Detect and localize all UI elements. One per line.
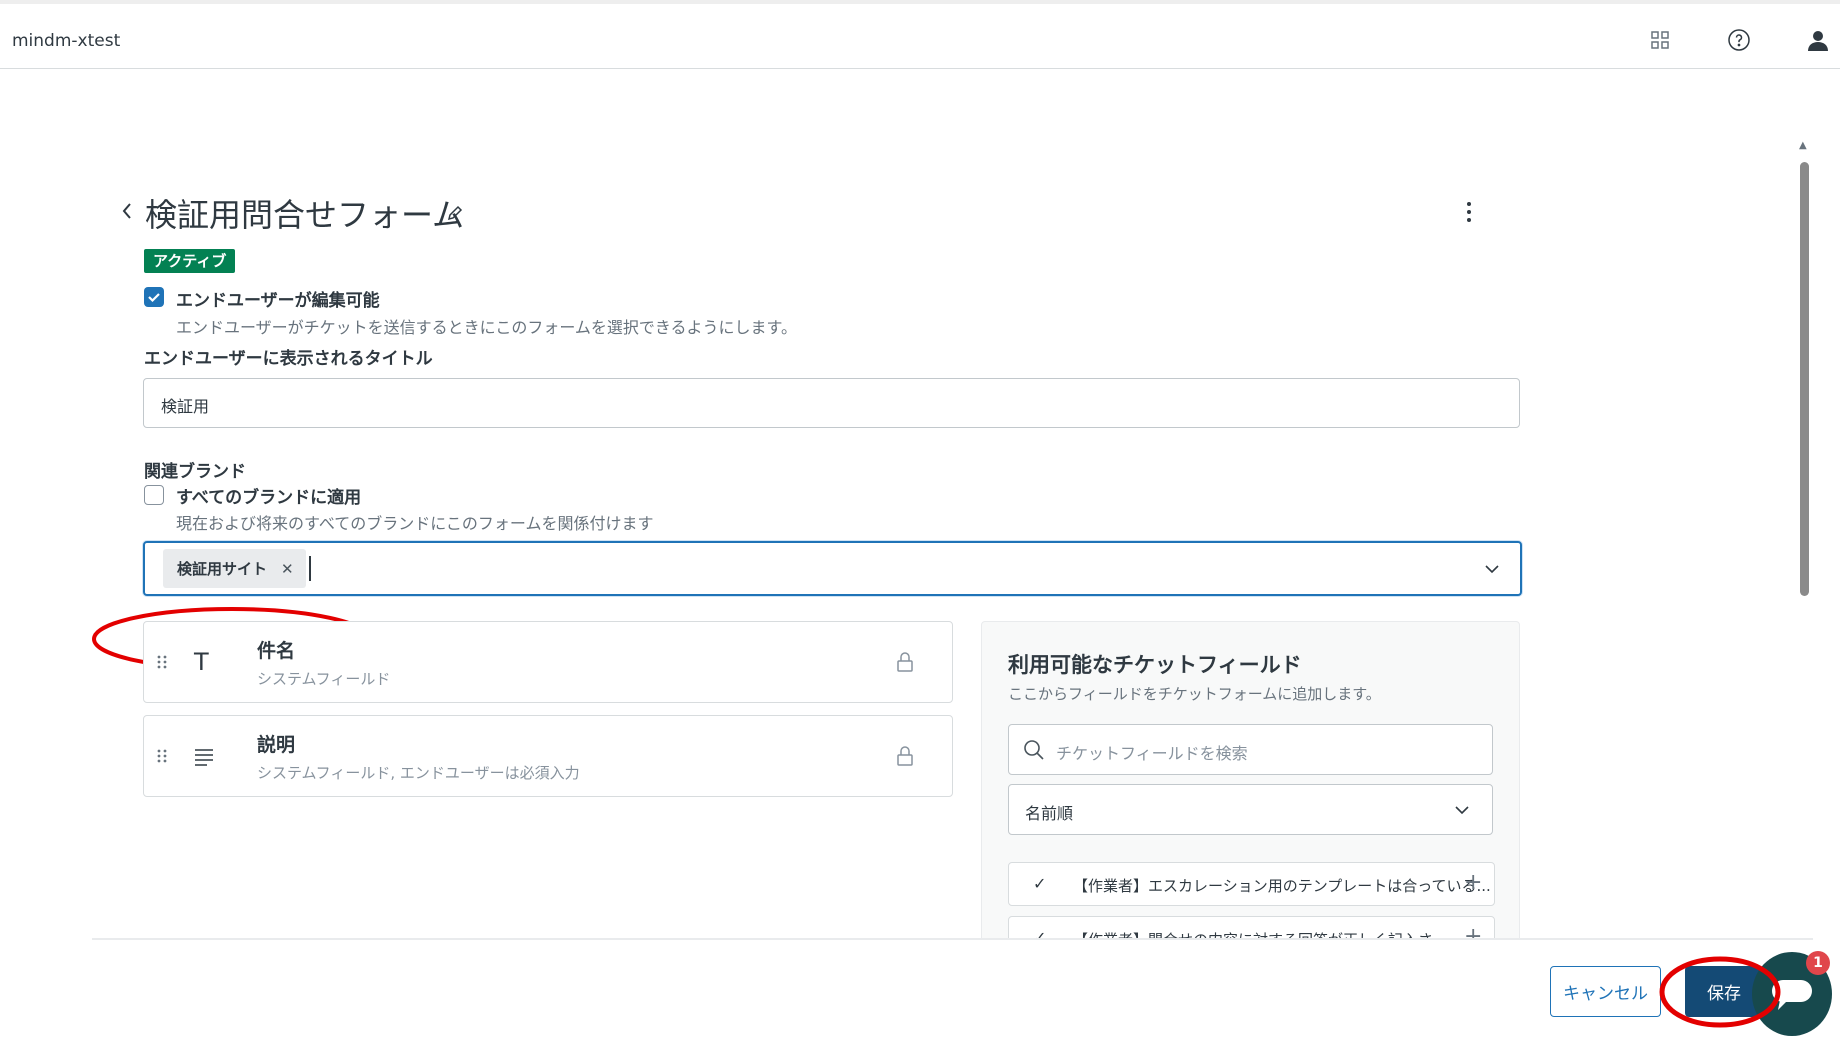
lock-icon [897,746,913,766]
apply-all-brands-description: 現在および将来のすべてのブランドにこのフォームを関係付けます [176,514,654,533]
sort-value: 名前順 [1025,804,1074,823]
brands-label: 関連ブランド [144,462,246,482]
app-title: mindm-xtest [12,31,121,51]
panel-subtitle: ここからフィールドをチケットフォームに追加します。 [1008,685,1381,703]
brand-tag-label: 検証用サイト [177,560,268,578]
display-title-value: 検証用 [161,397,210,416]
display-title-input[interactable]: 検証用 [143,378,1520,428]
apps-grid-icon[interactable] [1648,28,1672,52]
form-field-card[interactable]: T 件名 システムフィールド [143,621,953,703]
back-chevron-icon[interactable] [120,201,134,221]
text-cursor [309,556,311,581]
user-icon[interactable] [1806,28,1830,52]
chevron-down-icon[interactable] [1483,560,1501,578]
remove-tag-icon[interactable]: ✕ [281,560,294,578]
available-field-item[interactable]: ✓ 【作業者】問合せの内容に対する回答が正しく記入さ... + [1008,916,1495,939]
chat-notification-badge: 1 [1806,951,1830,975]
sort-select[interactable]: 名前順 [1008,784,1493,835]
chevron-down-icon [1455,806,1469,815]
field-description: システムフィールド [257,670,391,688]
add-plus-icon[interactable]: + [1464,870,1482,895]
scrollbar-thumb[interactable] [1800,162,1809,596]
footer-divider [92,938,1813,940]
drag-handle-icon[interactable] [157,748,167,764]
status-badge: アクティブ [144,249,236,273]
search-icon [1024,740,1044,760]
form-field-card[interactable]: 説明 システムフィールド, エンドユーザーは必須入力 [143,715,953,797]
cancel-button[interactable]: キャンセル [1550,966,1661,1017]
check-icon: ✓ [1033,874,1047,893]
brand-multiselect[interactable]: 検証用サイト ✕ [143,541,1522,596]
end-user-editable-description: エンドユーザーがチケットを送信するときにこのフォームを選択できるようにします。 [176,318,797,337]
edit-pencil-icon[interactable] [446,204,464,222]
end-user-editable-checkbox[interactable] [144,287,164,307]
end-user-editable-label: エンドユーザーが編集可能 [176,291,380,311]
check-icon [148,293,160,303]
available-field-label: 【作業者】エスカレーション用のテンプレートは合っている... [1073,877,1491,895]
apply-all-brands-label: すべてのブランドに適用 [176,488,362,508]
available-field-item[interactable]: ✓ 【作業者】エスカレーション用のテンプレートは合っている... + [1008,862,1495,906]
help-icon[interactable] [1727,28,1751,52]
search-placeholder: チケットフィールドを検索 [1056,744,1248,763]
panel-title: 利用可能なチケットフィールド [1008,653,1302,677]
drag-handle-icon[interactable] [157,654,167,670]
display-title-label: エンドユーザーに表示されるタイトル [144,349,433,369]
scroll-up-arrow-icon[interactable]: ▲ [1799,140,1807,151]
top-bar: mindm-xtest [0,0,1840,69]
apply-all-brands-checkbox[interactable] [144,485,164,505]
page-title: 検証用問合せフォーム [145,196,465,234]
paragraph-icon [195,749,213,766]
available-fields-panel: 利用可能なチケットフィールド ここからフィールドをチケットフォームに追加します。… [981,621,1520,939]
field-name: 件名 [257,640,296,662]
field-search-input[interactable]: チケットフィールドを検索 [1008,724,1493,775]
text-icon: T [194,648,209,676]
add-plus-icon[interactable]: + [1464,924,1482,939]
lock-icon [897,652,913,672]
form-editor: 検証用問合せフォーム アクティブ エンドユーザーが編集可能 エンドユーザーがチケ… [0,70,1800,939]
highlight-ellipse [1659,956,1781,1028]
scrollbar[interactable]: ▲ [1796,140,1812,940]
field-name: 説明 [257,734,296,756]
more-options-icon[interactable] [1462,200,1476,224]
field-description: システムフィールド, エンドユーザーは必須入力 [257,764,580,782]
brand-tag: 検証用サイト ✕ [163,549,306,588]
